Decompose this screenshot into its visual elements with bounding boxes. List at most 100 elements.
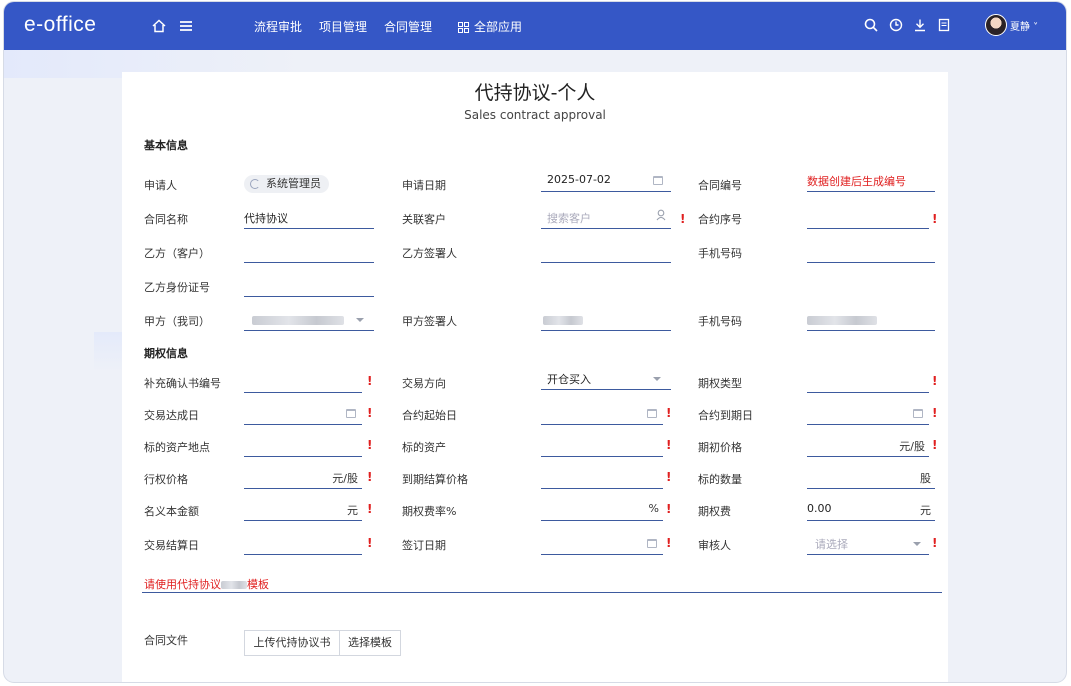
required-mark: ! [932,536,938,550]
supp-confirm-input[interactable] [244,371,362,393]
end-date-field[interactable] [807,403,929,425]
start-date-field[interactable] [541,403,663,425]
background-glow-side [94,332,124,372]
contract-name-label: 合同名称 [144,213,188,226]
redacted-value [807,316,877,325]
party-b-id-input[interactable] [244,275,374,297]
fee-rate-unit: % [648,502,659,515]
chevron-down-icon[interactable] [653,377,661,381]
user-avatar[interactable] [985,14,1007,36]
calendar-icon[interactable] [647,539,657,548]
nav-project-management[interactable]: 项目管理 [319,18,367,35]
party-a-signer-input[interactable] [541,309,671,331]
nav-all-apps[interactable]: 全部应用 [474,18,522,35]
related-customer-input[interactable]: 搜索客户 [541,207,671,229]
settle-date-label: 交易结算日 [144,539,199,552]
contract-file-label: 合同文件 [144,634,188,647]
sign-date-field[interactable] [541,533,663,555]
trade-direction-label: 交易方向 [402,377,446,390]
phone2-input[interactable] [807,309,935,331]
chevron-down-icon[interactable] [356,318,364,322]
phone-input[interactable] [807,241,935,263]
section-basic-info: 基本信息 [144,139,188,152]
required-mark: ! [367,438,373,452]
search-icon[interactable] [862,16,880,34]
nav-workflow-approval[interactable]: 流程审批 [254,18,302,35]
app-logo[interactable]: e-office [24,13,97,37]
person-search-icon[interactable] [656,209,667,224]
reviewer-placeholder: 请选择 [815,538,848,551]
calendar-icon[interactable] [913,409,923,418]
username[interactable]: 夏静 ˅ [1010,18,1038,33]
download-icon[interactable] [911,16,929,34]
notional-unit: 元 [347,504,358,517]
applicant-chip[interactable]: 系统管理员 [244,175,329,193]
contract-no-value: 数据创建后生成编号 [807,175,906,188]
choose-template-button[interactable]: 选择模板 [339,630,401,656]
calendar-icon[interactable] [647,409,657,418]
grid-icon[interactable] [456,17,470,37]
start-date-label: 合约起始日 [402,409,457,422]
calendar-icon[interactable] [346,409,356,418]
strike-price-input[interactable]: 元/股 [244,467,362,489]
sign-date-label: 签订日期 [402,539,446,552]
notional-label: 名义本金额 [144,505,199,518]
related-customer-label: 关联客户 [402,213,446,226]
settle-price-input[interactable] [541,467,663,489]
asset-location-input[interactable] [244,435,362,457]
template-notice-suffix: 模板 [247,578,269,591]
trade-direction-select[interactable]: 开仓买入 [541,368,671,390]
redacted-value [543,316,583,325]
option-type-label: 期权类型 [698,377,742,390]
apply-date-field[interactable]: 2025-07-02 [541,170,671,192]
initial-price-input[interactable]: 元/股 [807,435,929,457]
fee-label: 期权费 [698,505,731,518]
fee-unit: 元 [920,504,931,517]
document-icon[interactable] [935,16,953,34]
trade-date-field[interactable] [244,403,362,425]
top-navigation-bar: e-office 流程审批 项目管理 合同管理 全部应用 夏静 ˅ [4,2,1066,50]
contract-name-input[interactable]: 代持协议 [244,207,374,229]
required-mark: ! [666,536,672,550]
required-mark: ! [932,438,938,452]
form-title: 代持协议-个人 [474,82,596,104]
fee-input[interactable]: 0.00 元 [807,499,935,521]
home-icon[interactable] [149,16,169,36]
notional-input[interactable]: 元 [244,499,362,521]
asset-location-label: 标的资产地点 [144,441,210,454]
redacted-value [221,581,247,589]
clock-icon[interactable] [887,16,905,34]
user-icon [250,179,260,189]
required-mark: ! [367,406,373,420]
phone2-label: 手机号码 [698,315,742,328]
required-mark: ! [666,502,672,516]
app-window: e-office 流程审批 项目管理 合同管理 全部应用 夏静 ˅ 代持协议-个… [4,2,1066,682]
party-b-input[interactable] [244,241,374,263]
nav-contract-management[interactable]: 合同管理 [384,18,432,35]
party-a-select[interactable] [244,309,374,331]
party-a-label: 甲方（我司） [144,315,210,328]
asset-label: 标的资产 [402,441,446,454]
menu-icon[interactable] [176,16,196,36]
required-mark: ! [367,374,373,388]
fee-rate-input[interactable]: % [541,499,663,521]
asset-qty-label: 标的数量 [698,473,742,486]
asset-qty-input[interactable]: 股 [807,467,935,489]
chevron-down-icon[interactable] [913,542,921,546]
required-mark: ! [367,502,373,516]
required-mark: ! [680,212,686,226]
asset-input[interactable] [541,435,663,457]
settle-date-input[interactable] [244,533,362,555]
settle-price-label: 到期结算价格 [402,473,468,486]
reviewer-select[interactable]: 请选择 [807,533,929,555]
calendar-icon[interactable] [653,176,663,185]
template-notice: 请使用代持协议 模板 [144,576,269,592]
required-mark: ! [367,470,373,484]
trade-direction-value: 开仓买入 [547,373,591,386]
reviewer-label: 审核人 [698,539,731,552]
party-b-signer-input[interactable] [541,241,671,263]
apply-date-label: 申请日期 [402,179,446,192]
contract-seq-input[interactable] [807,207,929,229]
option-type-input[interactable] [807,371,929,393]
upload-contract-button[interactable]: 上传代持协议书 [244,630,340,656]
